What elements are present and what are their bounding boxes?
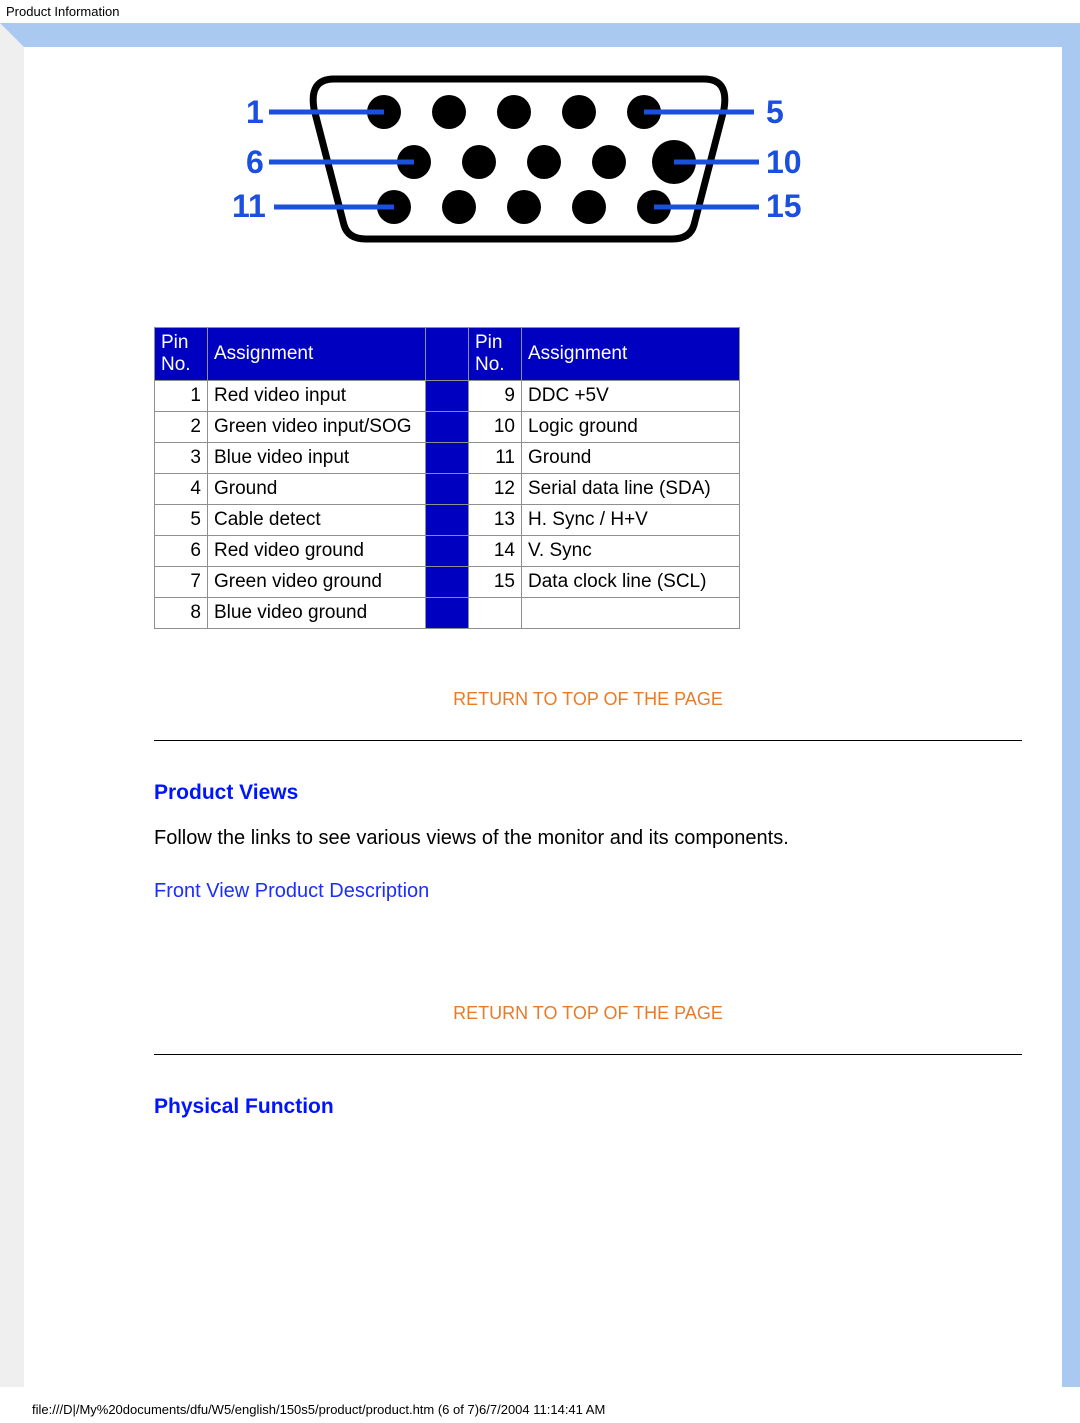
pin-label-10: 10 (766, 144, 802, 180)
assignment-cell (522, 598, 740, 629)
table-spacer (426, 505, 469, 536)
assignment-cell: Blue video ground (208, 598, 426, 629)
pin-label-11: 11 (232, 188, 266, 224)
assignment-cell: Green video ground (208, 567, 426, 598)
table-spacer (426, 474, 469, 505)
pin-no-cell: 11 (469, 443, 522, 474)
assignment-cell: Ground (522, 443, 740, 474)
pin-no-cell: 14 (469, 536, 522, 567)
assignment-cell: H. Sync / H+V (522, 505, 740, 536)
col-assignment-2: Assignment (522, 328, 740, 381)
pin-no-cell: 13 (469, 505, 522, 536)
pin-no-cell: 15 (469, 567, 522, 598)
pin-label-15: 15 (766, 188, 802, 224)
assignment-cell: Blue video input (208, 443, 426, 474)
dsub15-connector-icon: 1 6 11 5 10 15 (184, 57, 824, 247)
assignment-cell: Green video input/SOG (208, 412, 426, 443)
pin-no-cell: 6 (155, 536, 208, 567)
assignment-cell: Red video input (208, 381, 426, 412)
table-spacer (426, 598, 469, 629)
front-view-link[interactable]: Front View Product Description (154, 880, 429, 903)
page-header-title: Product Information (0, 0, 1080, 23)
pin-label-1: 1 (246, 94, 264, 130)
table-spacer (426, 536, 469, 567)
table-spacer (426, 381, 469, 412)
pin-no-cell: 1 (155, 381, 208, 412)
pin-no-cell: 8 (155, 598, 208, 629)
assignment-cell: Red video ground (208, 536, 426, 567)
footer-file-path: file:///D|/My%20documents/dfu/W5/english… (24, 1396, 613, 1423)
table-row: 6Red video ground 14V. Sync (155, 536, 740, 567)
pin-no-cell: 2 (155, 412, 208, 443)
page-frame: 1 6 11 5 10 15 Pin No. Assignment Pin No… (0, 23, 1080, 1387)
pin-label-6: 6 (246, 144, 264, 180)
table-row: 5Cable detect 13H. Sync / H+V (155, 505, 740, 536)
assignment-cell: Ground (208, 474, 426, 505)
product-views-body: Follow the links to see various views of… (154, 827, 1022, 850)
pin-no-cell: 10 (469, 412, 522, 443)
assignment-cell: Serial data line (SDA) (522, 474, 740, 505)
return-to-top-link[interactable]: RETURN TO TOP OF THE PAGE (453, 689, 723, 709)
pin-no-cell: 7 (155, 567, 208, 598)
pin-no-cell: 5 (155, 505, 208, 536)
table-row: 2Green video input/SOG 10Logic ground (155, 412, 740, 443)
table-row: 1Red video input 9DDC +5V (155, 381, 740, 412)
physical-function-heading: Physical Function (154, 1095, 1022, 1119)
assignment-cell: Data clock line (SCL) (522, 567, 740, 598)
table-spacer (426, 412, 469, 443)
pin-label-5: 5 (766, 94, 784, 130)
table-row: 3Blue video input 11Ground (155, 443, 740, 474)
divider (154, 740, 1022, 741)
pin-no-cell: 3 (155, 443, 208, 474)
product-views-heading: Product Views (154, 781, 1022, 805)
pin-no-cell: 9 (469, 381, 522, 412)
col-assignment-1: Assignment (208, 328, 426, 381)
pin-no-cell: 12 (469, 474, 522, 505)
pin-no-cell (469, 598, 522, 629)
col-pin-no-1: Pin No. (155, 328, 208, 381)
assignment-cell: V. Sync (522, 536, 740, 567)
table-row: 7Green video ground 15Data clock line (SC… (155, 567, 740, 598)
table-row: 8Blue video ground (155, 598, 740, 629)
pin-no-cell: 4 (155, 474, 208, 505)
col-pin-no-2: Pin No. (469, 328, 522, 381)
table-spacer (426, 328, 469, 381)
pin-assignment-table: Pin No. Assignment Pin No. Assignment 1R… (154, 327, 740, 629)
connector-diagram: 1 6 11 5 10 15 (184, 47, 824, 247)
table-row: 4Ground 12Serial data line (SDA) (155, 474, 740, 505)
return-to-top-link[interactable]: RETURN TO TOP OF THE PAGE (453, 1003, 723, 1023)
divider (154, 1054, 1022, 1055)
assignment-cell: DDC +5V (522, 381, 740, 412)
table-spacer (426, 567, 469, 598)
assignment-cell: Logic ground (522, 412, 740, 443)
table-spacer (426, 443, 469, 474)
assignment-cell: Cable detect (208, 505, 426, 536)
